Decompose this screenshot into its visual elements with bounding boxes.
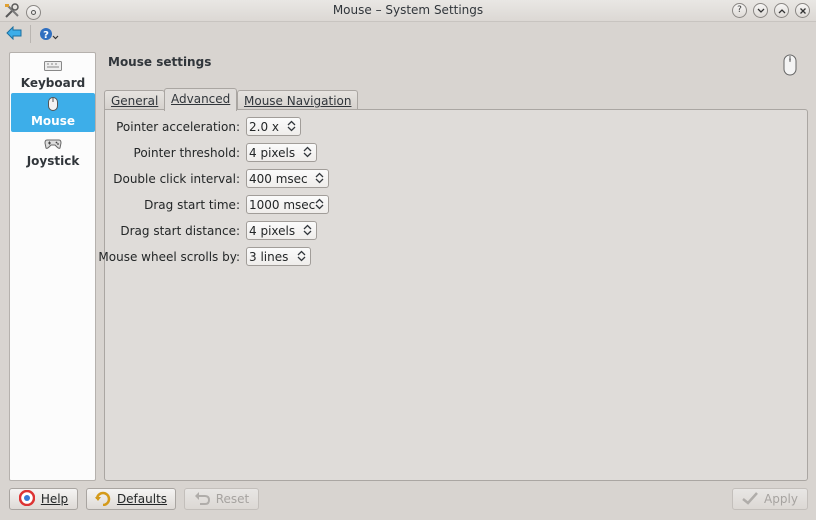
spin-arrows-icon[interactable] (303, 146, 312, 159)
tab-label: Mouse Navigation (244, 94, 352, 108)
sidebar-item-keyboard[interactable]: Keyboard (11, 55, 95, 94)
category-sidebar: Keyboard Mouse Joystick (9, 52, 96, 481)
context-help-button[interactable]: ? (732, 3, 747, 18)
reset-label: Reset (215, 492, 250, 506)
drag-start-time-row: Drag start time: 1000 msec (105, 195, 809, 215)
close-button[interactable] (795, 3, 810, 18)
field-label: Pointer acceleration: (116, 120, 240, 134)
spinbox-value: 2.0 x (249, 120, 279, 134)
spinbox-value: 3 lines (249, 250, 289, 264)
help-menu-icon[interactable]: ? (39, 27, 61, 41)
spinbox-value: 4 pixels (249, 224, 296, 238)
spin-arrows-icon[interactable] (315, 198, 324, 211)
sidebar-item-label: Joystick (26, 154, 80, 168)
sidebar-item-label: Mouse (30, 114, 75, 128)
help-button[interactable]: Help (9, 488, 78, 510)
field-label: Drag start time: (144, 198, 240, 212)
defaults-icon (94, 490, 111, 509)
back-arrow-icon[interactable] (6, 25, 22, 43)
page-title: Mouse settings (108, 55, 212, 69)
drag-start-distance-row: Drag start distance: 4 pixels (105, 221, 809, 241)
spin-arrows-icon[interactable] (303, 224, 312, 237)
tab-label: General (111, 94, 159, 108)
sidebar-item-mouse[interactable]: Mouse (11, 93, 95, 132)
tab-mouse-navigation[interactable]: Mouse Navigation (237, 90, 359, 111)
minimize-button[interactable] (753, 3, 768, 18)
maximize-button[interactable] (774, 3, 789, 18)
reset-button[interactable]: Reset (184, 488, 259, 510)
pointer-threshold-spinbox[interactable]: 4 pixels (246, 143, 317, 162)
field-label: Mouse wheel scrolls by: (98, 250, 240, 264)
help-label: Help (40, 492, 69, 506)
advanced-settings-panel: Pointer acceleration: 2.0 x Pointer thre… (98, 109, 809, 481)
gamepad-icon (44, 137, 62, 151)
spin-arrows-icon[interactable] (297, 250, 306, 263)
spinbox-value: 1000 msec (249, 198, 316, 212)
tab-advanced[interactable]: Advanced (164, 88, 238, 111)
field-label: Pointer threshold: (133, 146, 240, 160)
drag-start-time-spinbox[interactable]: 1000 msec (246, 195, 329, 214)
mouse-icon (48, 97, 58, 111)
tab-general[interactable]: General (104, 90, 166, 111)
toolbar: ? (0, 22, 816, 46)
spinbox-value: 400 msec (249, 172, 308, 186)
apply-button[interactable]: Apply (732, 488, 808, 510)
help-icon (18, 489, 36, 509)
sidebar-item-joystick[interactable]: Joystick (11, 133, 95, 172)
pointer-acceleration-row: Pointer acceleration: 2.0 x (105, 117, 809, 137)
window-titlebar[interactable]: Mouse – System Settings ? (0, 0, 816, 22)
defaults-button[interactable]: Defaults (86, 488, 176, 510)
apply-label: Apply (764, 492, 798, 506)
mouse-icon (783, 54, 797, 79)
checkmark-icon (742, 491, 758, 508)
spin-arrows-icon[interactable] (315, 172, 324, 185)
field-label: Drag start distance: (120, 224, 240, 238)
tab-label: Advanced (171, 92, 231, 106)
toolbar-separator (30, 25, 31, 43)
double-click-interval-spinbox[interactable]: 400 msec (246, 169, 329, 188)
window-title: Mouse – System Settings (332, 3, 484, 17)
drag-start-distance-spinbox[interactable]: 4 pixels (246, 221, 317, 240)
defaults-label: Defaults (116, 492, 168, 506)
field-label: Double click interval: (113, 172, 240, 186)
spin-arrows-icon[interactable] (287, 120, 296, 133)
mouse-wheel-scrolls-row: Mouse wheel scrolls by: 3 lines (98, 247, 809, 267)
keyboard-icon (44, 59, 62, 73)
svg-text:?: ? (43, 30, 49, 41)
mouse-wheel-scrolls-spinbox[interactable]: 3 lines (246, 247, 311, 266)
pointer-acceleration-spinbox[interactable]: 2.0 x (246, 117, 301, 136)
pointer-threshold-row: Pointer threshold: 4 pixels (105, 143, 809, 163)
double-click-interval-row: Double click interval: 400 msec (105, 169, 809, 189)
sidebar-item-label: Keyboard (20, 76, 86, 90)
spinbox-value: 4 pixels (249, 146, 296, 160)
undo-icon (194, 491, 210, 508)
